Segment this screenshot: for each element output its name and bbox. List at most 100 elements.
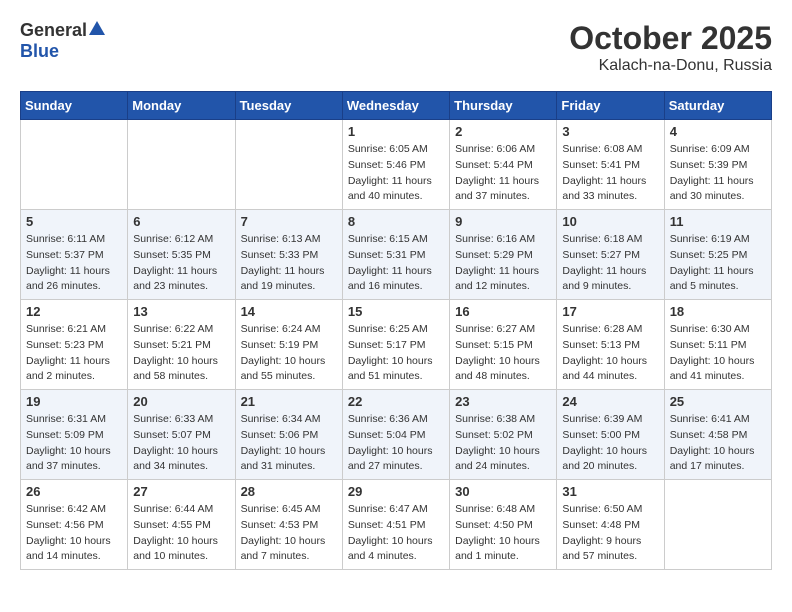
calendar-day-cell: 18 Sunrise: 6:30 AM Sunset: 5:11 PM Dayli… [664, 300, 771, 390]
day-number: 25 [670, 394, 766, 409]
day-info: Sunrise: 6:16 AM Sunset: 5:29 PM Dayligh… [455, 232, 551, 295]
day-number: 27 [133, 484, 229, 499]
day-info: Sunrise: 6:30 AM Sunset: 5:11 PM Dayligh… [670, 322, 766, 385]
calendar-day-cell: 6Sunrise: 6:12 AM Sunset: 5:35 PM Daylig… [128, 210, 235, 300]
day-info: Sunrise: 6:47 AM Sunset: 4:51 PM Dayligh… [348, 502, 444, 565]
day-info: Sunrise: 6:28 AM Sunset: 5:13 PM Dayligh… [562, 322, 658, 385]
day-number: 20 [133, 394, 229, 409]
day-number: 18 [670, 304, 766, 319]
calendar-day-cell: 23 Sunrise: 6:38 AM Sunset: 5:02 PM Dayli… [450, 390, 557, 480]
calendar-day-cell: 5Sunrise: 6:11 AM Sunset: 5:37 PM Daylig… [21, 210, 128, 300]
day-info: Sunrise: 6:44 AM Sunset: 4:55 PM Dayligh… [133, 502, 229, 565]
calendar-day-cell: 31 Sunrise: 6:50 AM Sunset: 4:48 PM Dayli… [557, 480, 664, 570]
day-info: Sunrise: 6:34 AM Sunset: 5:06 PM Dayligh… [241, 412, 337, 475]
day-number: 8 [348, 214, 444, 229]
day-info: Sunrise: 6:27 AM Sunset: 5:15 PM Dayligh… [455, 322, 551, 385]
calendar-day-cell: 30 Sunrise: 6:48 AM Sunset: 4:50 PM Dayli… [450, 480, 557, 570]
day-number: 5 [26, 214, 122, 229]
day-info: Sunrise: 6:21 AM Sunset: 5:23 PM Dayligh… [26, 322, 122, 385]
calendar-day-cell: 19 Sunrise: 6:31 AM Sunset: 5:09 PM Dayli… [21, 390, 128, 480]
calendar-week-row: 5Sunrise: 6:11 AM Sunset: 5:37 PM Daylig… [21, 210, 772, 300]
day-number: 1 [348, 124, 444, 139]
day-info: Sunrise: 6:45 AM Sunset: 4:53 PM Dayligh… [241, 502, 337, 565]
day-info: Sunrise: 6:08 AM Sunset: 5:41 PM Dayligh… [562, 142, 658, 205]
day-info: Sunrise: 6:06 AM Sunset: 5:44 PM Dayligh… [455, 142, 551, 205]
calendar-day-cell: 29Sunrise: 6:47 AM Sunset: 4:51 PM Dayli… [342, 480, 449, 570]
day-info: Sunrise: 6:09 AM Sunset: 5:39 PM Dayligh… [670, 142, 766, 205]
day-number: 23 [455, 394, 551, 409]
day-number: 9 [455, 214, 551, 229]
day-number: 7 [241, 214, 337, 229]
day-info: Sunrise: 6:41 AM Sunset: 4:58 PM Dayligh… [670, 412, 766, 475]
calendar-day-cell: 13Sunrise: 6:22 AM Sunset: 5:21 PM Dayli… [128, 300, 235, 390]
day-number: 2 [455, 124, 551, 139]
calendar-day-cell: 15 Sunrise: 6:25 AM Sunset: 5:17 PM Dayli… [342, 300, 449, 390]
calendar-day-cell: 7 Sunrise: 6:13 AM Sunset: 5:33 PM Daylig… [235, 210, 342, 300]
day-info: Sunrise: 6:25 AM Sunset: 5:17 PM Dayligh… [348, 322, 444, 385]
calendar-day-cell: 17 Sunrise: 6:28 AM Sunset: 5:13 PM Dayli… [557, 300, 664, 390]
day-info: Sunrise: 6:38 AM Sunset: 5:02 PM Dayligh… [455, 412, 551, 475]
day-number: 11 [670, 214, 766, 229]
day-number: 12 [26, 304, 122, 319]
day-of-week-header: Wednesday [342, 92, 449, 120]
calendar-week-row: 19 Sunrise: 6:31 AM Sunset: 5:09 PM Dayli… [21, 390, 772, 480]
day-number: 31 [562, 484, 658, 499]
calendar-day-cell: 14Sunrise: 6:24 AM Sunset: 5:19 PM Dayli… [235, 300, 342, 390]
day-info: Sunrise: 6:50 AM Sunset: 4:48 PM Dayligh… [562, 502, 658, 565]
calendar-day-cell [21, 120, 128, 210]
day-number: 22 [348, 394, 444, 409]
logo-general-text: General [20, 20, 87, 41]
day-number: 26 [26, 484, 122, 499]
day-number: 16 [455, 304, 551, 319]
logo-triangle-icon [89, 21, 105, 40]
calendar-day-cell: 26 Sunrise: 6:42 AM Sunset: 4:56 PM Dayli… [21, 480, 128, 570]
day-info: Sunrise: 6:18 AM Sunset: 5:27 PM Dayligh… [562, 232, 658, 295]
day-number: 4 [670, 124, 766, 139]
day-info: Sunrise: 6:31 AM Sunset: 5:09 PM Dayligh… [26, 412, 122, 475]
day-number: 19 [26, 394, 122, 409]
day-number: 28 [241, 484, 337, 499]
day-number: 13 [133, 304, 229, 319]
day-info: Sunrise: 6:12 AM Sunset: 5:35 PM Dayligh… [133, 232, 229, 295]
day-number: 15 [348, 304, 444, 319]
day-of-week-header: Friday [557, 92, 664, 120]
calendar-day-cell [664, 480, 771, 570]
location: Kalach-na-Donu, Russia [569, 57, 772, 75]
calendar-day-cell: 16 Sunrise: 6:27 AM Sunset: 5:15 PM Dayli… [450, 300, 557, 390]
calendar-day-cell [235, 120, 342, 210]
logo: General Blue [20, 20, 105, 62]
calendar-week-row: 12 Sunrise: 6:21 AM Sunset: 5:23 PM Dayli… [21, 300, 772, 390]
day-of-week-header: Tuesday [235, 92, 342, 120]
calendar-day-cell: 2 Sunrise: 6:06 AM Sunset: 5:44 PM Daylig… [450, 120, 557, 210]
day-of-week-header: Thursday [450, 92, 557, 120]
day-number: 14 [241, 304, 337, 319]
day-info: Sunrise: 6:13 AM Sunset: 5:33 PM Dayligh… [241, 232, 337, 295]
day-number: 24 [562, 394, 658, 409]
calendar-day-cell: 28 Sunrise: 6:45 AM Sunset: 4:53 PM Dayli… [235, 480, 342, 570]
day-number: 17 [562, 304, 658, 319]
title-block: October 2025 Kalach-na-Donu, Russia [569, 20, 772, 75]
calendar-day-cell: 3Sunrise: 6:08 AM Sunset: 5:41 PM Daylig… [557, 120, 664, 210]
calendar-header-row: SundayMondayTuesdayWednesdayThursdayFrid… [21, 92, 772, 120]
month-title: October 2025 [569, 20, 772, 57]
day-info: Sunrise: 6:48 AM Sunset: 4:50 PM Dayligh… [455, 502, 551, 565]
calendar-week-row: 1 Sunrise: 6:05 AM Sunset: 5:46 PM Daylig… [21, 120, 772, 210]
calendar-day-cell [128, 120, 235, 210]
day-info: Sunrise: 6:05 AM Sunset: 5:46 PM Dayligh… [348, 142, 444, 205]
calendar-day-cell: 9 Sunrise: 6:16 AM Sunset: 5:29 PM Daylig… [450, 210, 557, 300]
day-info: Sunrise: 6:19 AM Sunset: 5:25 PM Dayligh… [670, 232, 766, 295]
calendar-day-cell: 8Sunrise: 6:15 AM Sunset: 5:31 PM Daylig… [342, 210, 449, 300]
day-info: Sunrise: 6:42 AM Sunset: 4:56 PM Dayligh… [26, 502, 122, 565]
day-of-week-header: Sunday [21, 92, 128, 120]
calendar-day-cell: 21 Sunrise: 6:34 AM Sunset: 5:06 PM Dayli… [235, 390, 342, 480]
calendar-table: SundayMondayTuesdayWednesdayThursdayFrid… [20, 91, 772, 570]
day-number: 21 [241, 394, 337, 409]
calendar-day-cell: 12 Sunrise: 6:21 AM Sunset: 5:23 PM Dayli… [21, 300, 128, 390]
calendar-day-cell: 10 Sunrise: 6:18 AM Sunset: 5:27 PM Dayli… [557, 210, 664, 300]
day-info: Sunrise: 6:33 AM Sunset: 5:07 PM Dayligh… [133, 412, 229, 475]
day-of-week-header: Saturday [664, 92, 771, 120]
day-number: 30 [455, 484, 551, 499]
day-number: 10 [562, 214, 658, 229]
calendar-day-cell: 1 Sunrise: 6:05 AM Sunset: 5:46 PM Daylig… [342, 120, 449, 210]
day-of-week-header: Monday [128, 92, 235, 120]
